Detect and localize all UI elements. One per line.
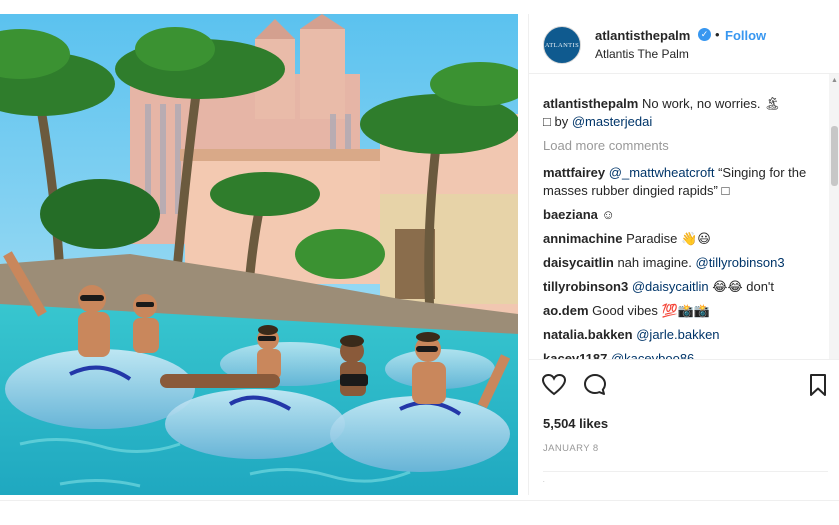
scrollbar-thumb[interactable] bbox=[831, 126, 838, 186]
comments-scrollbar[interactable] bbox=[829, 74, 839, 359]
comment-mention[interactable]: @jarle.bakken bbox=[636, 327, 719, 342]
comment-item: mattfairey @_mattwheatcroft “Singing for… bbox=[543, 164, 826, 200]
post-actions: 5,504 likes JANUARY 8 . bbox=[529, 359, 839, 495]
caption-text: No work, no worries. 🏝 bbox=[641, 96, 781, 111]
comment-item: tillyrobinson3 @daisycaitlin 😂😂 don't bbox=[543, 278, 826, 296]
comment-username[interactable]: baeziana bbox=[543, 207, 598, 222]
post-header: ATLANTIS atlantisthepalm ✓ • Follow Atla… bbox=[529, 14, 839, 74]
location-link[interactable]: Atlantis The Palm bbox=[595, 47, 689, 61]
caption-by: □ by bbox=[543, 114, 572, 129]
likes-count[interactable]: 5,504 likes bbox=[543, 416, 608, 431]
comment-text: Paradise 👋😃 bbox=[626, 231, 711, 246]
post-details-panel: ATLANTIS atlantisthepalm ✓ • Follow Atla… bbox=[528, 14, 839, 495]
post-date: JANUARY 8 bbox=[543, 443, 599, 454]
load-more-comments-button[interactable]: Load more comments bbox=[543, 137, 826, 155]
comment-username[interactable]: natalia.bakken bbox=[543, 327, 633, 342]
comments-list[interactable]: atlantisthepalm No work, no worries. 🏝 □… bbox=[529, 74, 839, 359]
comment-mention[interactable]: @daisycaitlin bbox=[632, 279, 709, 294]
caption-username[interactable]: atlantisthepalm bbox=[543, 96, 638, 111]
post-photo[interactable] bbox=[0, 14, 518, 495]
heart-icon[interactable] bbox=[541, 372, 567, 398]
caption-mention[interactable]: @masterjedai bbox=[572, 114, 652, 129]
comment-text: 😂😂 don't bbox=[708, 279, 775, 294]
comment-mention[interactable]: @tillyrobinson3 bbox=[696, 255, 785, 270]
bookmark-icon[interactable] bbox=[805, 372, 831, 398]
comment-item: kacey1187 @kaceyboo86 bbox=[543, 350, 826, 359]
comment-item: baeziana ☺ bbox=[543, 206, 826, 224]
comment-item: ao.dem Good vibes 💯📸📸 bbox=[543, 302, 826, 320]
separator-dot: • bbox=[715, 27, 720, 42]
comment-text: ☺ bbox=[601, 207, 615, 222]
comment-username[interactable]: ao.dem bbox=[543, 303, 589, 318]
comment-mention[interactable]: @_mattwheatcroft bbox=[609, 165, 715, 180]
comment-icon[interactable] bbox=[582, 372, 608, 398]
comment-username[interactable]: daisycaitlin bbox=[543, 255, 614, 270]
header-username[interactable]: atlantisthepalm bbox=[595, 28, 690, 43]
comment-text: Good vibes 💯📸📸 bbox=[592, 303, 711, 318]
comment-text: nah imagine. bbox=[617, 255, 696, 270]
verified-badge-icon: ✓ bbox=[698, 28, 711, 41]
add-comment-area[interactable]: . bbox=[543, 478, 545, 484]
comment-mention[interactable]: @kaceyboo86 bbox=[611, 351, 694, 359]
comment-item: annimachine Paradise 👋😃 bbox=[543, 230, 826, 248]
caption: atlantisthepalm No work, no worries. 🏝 □… bbox=[543, 95, 826, 131]
post-image bbox=[0, 14, 518, 495]
follow-button[interactable]: Follow bbox=[725, 28, 766, 43]
avatar[interactable]: ATLANTIS bbox=[543, 26, 581, 64]
scroll-up-arrow-icon[interactable]: ▲ bbox=[831, 77, 838, 84]
divider bbox=[543, 471, 828, 472]
comment-username[interactable]: annimachine bbox=[543, 231, 622, 246]
avatar-logo-text: ATLANTIS bbox=[544, 41, 580, 49]
comment-username[interactable]: kacey1187 bbox=[543, 351, 607, 359]
page-divider bbox=[0, 500, 839, 501]
comment-username[interactable]: mattfairey bbox=[543, 165, 605, 180]
comment-item: natalia.bakken @jarle.bakken bbox=[543, 326, 826, 344]
comment-username[interactable]: tillyrobinson3 bbox=[543, 279, 628, 294]
comment-item: daisycaitlin nah imagine. @tillyrobinson… bbox=[543, 254, 826, 272]
